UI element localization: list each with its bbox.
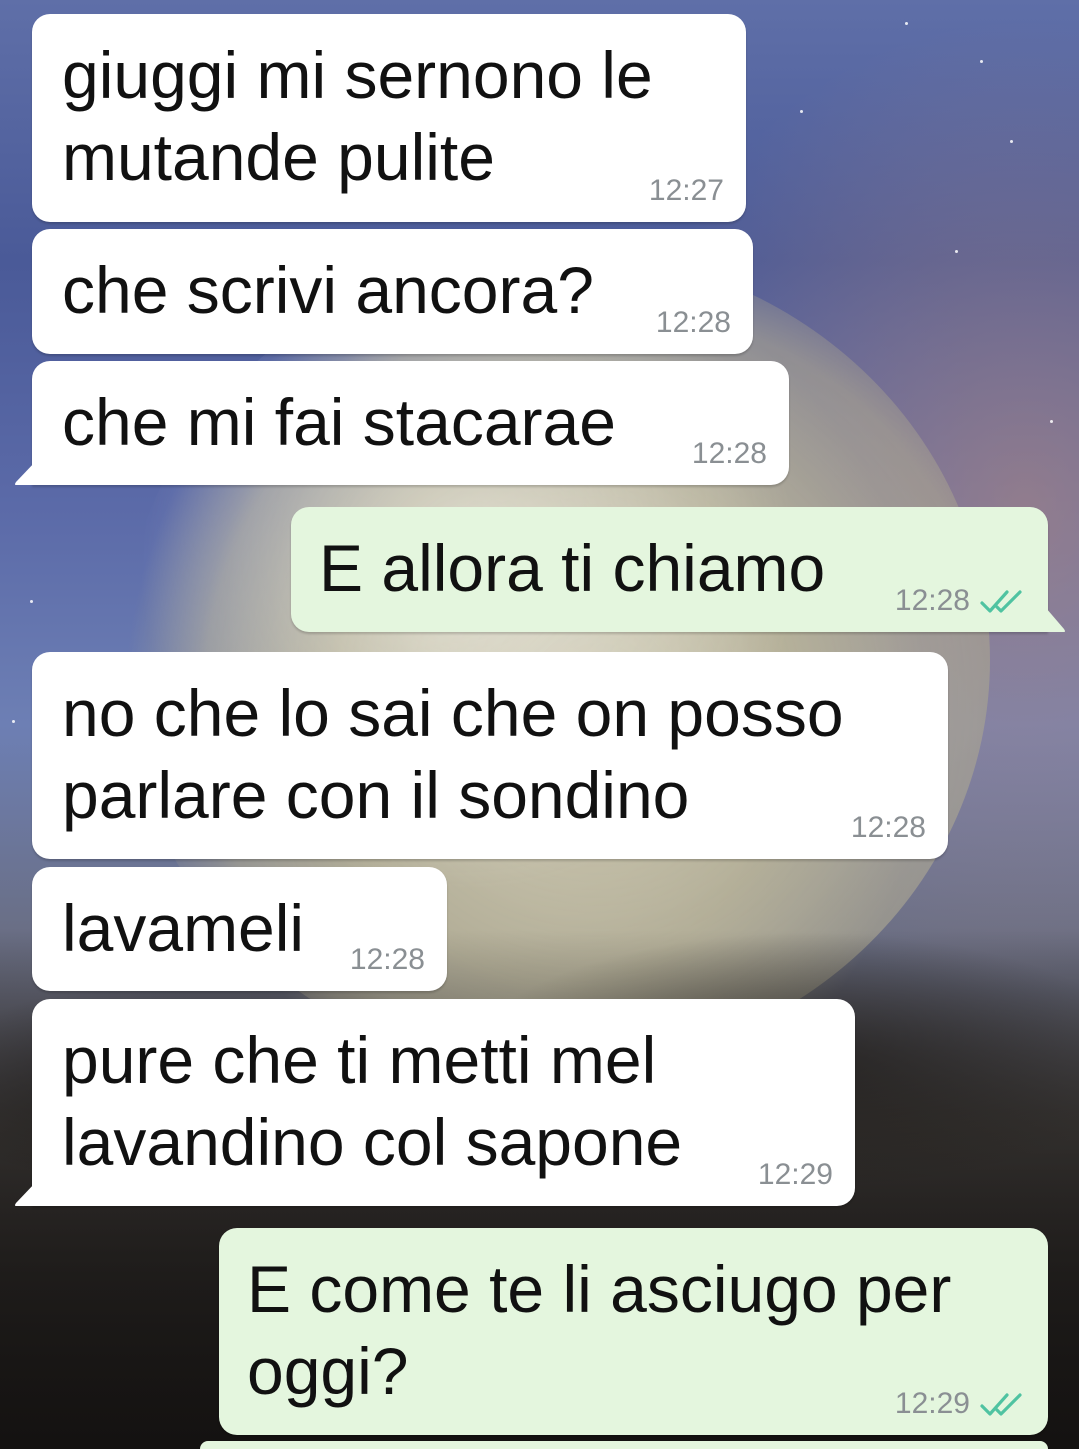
message-text: pure che ti metti mel lavandino col sapo… (62, 1023, 683, 1179)
double-check-icon (980, 590, 1022, 613)
wallpaper-star (955, 250, 958, 253)
message-bubble-incoming[interactable]: lavameli 12:28 (32, 867, 447, 991)
wallpaper-star (12, 720, 15, 723)
message-bubble-outgoing[interactable]: E come te li asciugo per oggi? 12:29 (219, 1228, 1048, 1435)
message-timestamp: 12:28 (349, 943, 425, 976)
message-timestamp: 12:27 (648, 174, 724, 207)
wallpaper-star (905, 22, 908, 25)
wallpaper-star (980, 60, 983, 63)
message-timestamp: 12:28 (894, 584, 970, 617)
message-timestamp: 12:28 (691, 437, 767, 470)
bubble-tail (15, 1182, 36, 1206)
message-text: che mi fai stacarae (62, 385, 616, 459)
message-bubble-incoming[interactable]: giuggi mi sernono le mutande pulite 12:2… (32, 14, 746, 222)
message-text: E allora ti chiamo (319, 531, 826, 605)
message-timestamp: 12:29 (894, 1387, 970, 1420)
message-bubble-incoming[interactable]: che scrivi ancora? 12:28 (32, 229, 753, 354)
message-text: lavameli (62, 891, 305, 965)
message-timestamp: 12:29 (757, 1158, 833, 1191)
message-timestamp: 12:28 (655, 306, 731, 339)
bubble-tail (15, 461, 36, 485)
message-text: che scrivi ancora? (62, 253, 594, 327)
message-text: E come te li asciugo per oggi? (247, 1252, 952, 1408)
double-check-icon (980, 1393, 1022, 1416)
wallpaper-star (1010, 140, 1013, 143)
message-bubble-outgoing[interactable]: E allora ti chiamo 12:28 (291, 507, 1048, 632)
message-bubble-outgoing-partial[interactable] (200, 1441, 1048, 1449)
wallpaper-star (30, 600, 33, 603)
wallpaper-star (1050, 420, 1053, 423)
message-timestamp: 12:28 (850, 811, 926, 844)
message-text: no che lo sai che on posso parlare con i… (62, 676, 844, 832)
message-text: giuggi mi sernono le mutande pulite (62, 38, 653, 194)
message-bubble-incoming[interactable]: pure che ti metti mel lavandino col sapo… (32, 999, 855, 1206)
bubble-tail (1046, 608, 1065, 632)
wallpaper-star (800, 110, 803, 113)
message-bubble-incoming[interactable]: che mi fai stacarae 12:28 (32, 361, 789, 485)
message-bubble-incoming[interactable]: no che lo sai che on posso parlare con i… (32, 652, 948, 859)
